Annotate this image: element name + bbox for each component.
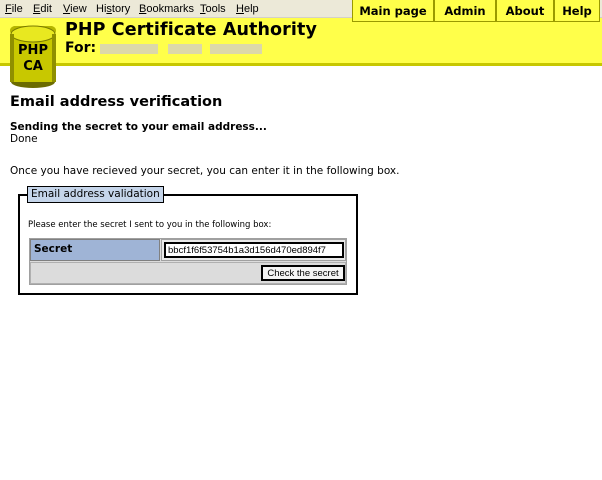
menu-history[interactable]: History — [96, 3, 130, 15]
menu-tools[interactable]: Tools — [200, 3, 226, 15]
nav-help[interactable]: Help — [554, 0, 600, 22]
for-label: For: — [65, 40, 97, 56]
nav-main-page[interactable]: Main page — [352, 0, 434, 22]
done-status: Done — [10, 133, 38, 145]
redacted-name — [168, 44, 202, 54]
php-ca-logo: PHP CA — [10, 25, 56, 88]
nav-about[interactable]: About — [496, 0, 554, 22]
redacted-name — [210, 44, 262, 54]
nav-admin[interactable]: Admin — [434, 0, 496, 22]
secret-label: Secret — [30, 239, 160, 261]
page-title: Email address verification — [10, 94, 223, 110]
instruction-text: Once you have recieved your secret, you … — [10, 165, 400, 177]
app-title: PHP Certificate Authority — [65, 20, 317, 40]
menu-file[interactable]: File — [5, 3, 23, 15]
redacted-name — [100, 44, 158, 54]
secret-input[interactable] — [164, 242, 344, 258]
menu-view[interactable]: View — [63, 3, 87, 15]
menu-edit[interactable]: Edit — [33, 3, 52, 15]
secret-prompt: Please enter the secret I sent to you in… — [28, 220, 272, 230]
menu-help[interactable]: Help — [236, 3, 259, 15]
svg-text:PHP: PHP — [18, 43, 48, 58]
sending-status: Sending the secret to your email address… — [10, 121, 267, 133]
validation-legend: Email address validation — [27, 186, 164, 203]
menu-bookmarks[interactable]: Bookmarks — [139, 3, 194, 15]
check-secret-button[interactable]: Check the secret — [261, 265, 345, 281]
svg-text:CA: CA — [23, 59, 43, 74]
